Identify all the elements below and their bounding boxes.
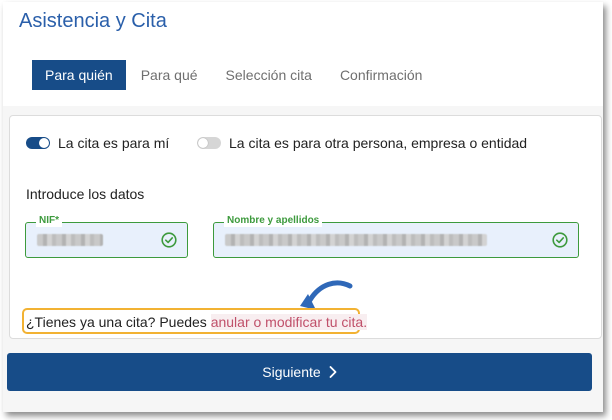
nif-value-redacted [37,234,103,246]
nombre-field[interactable]: Nombre y apellidos [213,215,579,258]
existing-appointment-text: ¿Tienes ya una cita? Puedes anular o mod… [26,314,368,330]
page-title: Asistencia y Cita [19,10,167,32]
nombre-value-redacted [225,234,487,246]
toggle-self-switch[interactable] [26,137,50,149]
nif-field-label: NIF* [36,215,62,227]
existing-appointment-prefix: ¿Tienes ya una cita? Puedes [26,314,211,330]
chevron-right-icon [329,366,337,378]
toggle-knob [39,138,49,148]
form-card: La cita es para mí La cita es para otra … [9,115,602,339]
nif-field[interactable]: NIF* [25,215,188,258]
tab-confirmacion[interactable]: Confirmación [327,60,435,90]
tab-seleccion-cita[interactable]: Selección cita [213,60,325,90]
tab-para-quien[interactable]: Para quién [32,60,126,90]
toggle-other-row[interactable]: La cita es para otra persona, empresa o … [197,135,527,151]
next-button[interactable]: Siguiente [7,353,592,391]
step-tabs: Para quién Para qué Selección cita Confi… [32,60,435,90]
tab-para-que[interactable]: Para qué [128,60,211,90]
check-circle-icon [552,232,568,248]
nombre-field-label: Nombre y apellidos [224,215,323,227]
toggle-knob [198,138,208,148]
next-button-label: Siguiente [262,364,321,380]
appointment-panel: Asistencia y Cita Para quién Para qué Se… [3,2,603,412]
check-circle-icon [161,232,177,248]
toggle-self-row[interactable]: La cita es para mí [26,135,169,151]
toggle-other-label: La cita es para otra persona, empresa o … [229,135,528,151]
toggle-self-label: La cita es para mí [58,135,170,151]
toggle-other-switch[interactable] [197,137,221,149]
header-card: Asistencia y Cita Para quién Para qué Se… [3,2,603,106]
modify-appointment-link[interactable]: anular o modificar tu cita. [210,314,368,330]
section-label: Introduce los datos [26,186,145,202]
